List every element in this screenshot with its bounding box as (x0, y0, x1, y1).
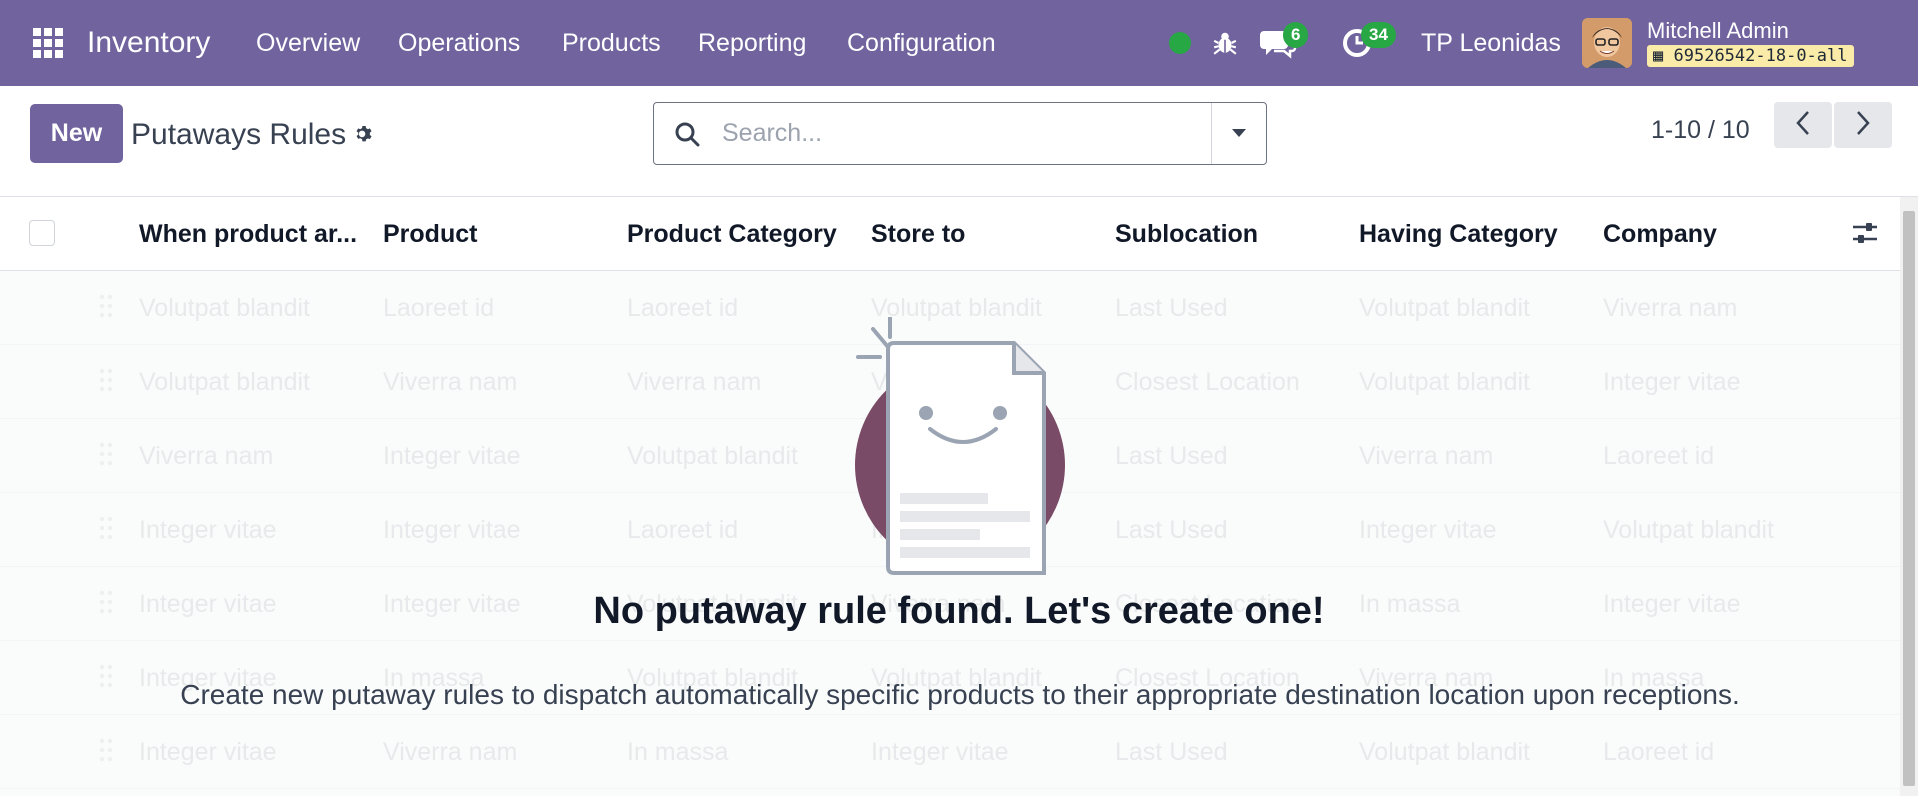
status-dot-icon (1169, 0, 1191, 86)
search-input[interactable] (720, 112, 1211, 155)
menu-configuration[interactable]: Configuration (847, 0, 996, 86)
chevron-right-icon (1855, 110, 1871, 141)
search-options-toggle[interactable] (1211, 103, 1266, 164)
chevron-left-icon (1795, 110, 1811, 141)
control-panel: New Putaways Rules 1-10 / 10 (0, 86, 1918, 197)
bug-icon[interactable] (1212, 0, 1238, 86)
database-icon: ▦ (1653, 46, 1664, 66)
menu-overview[interactable]: Overview (256, 0, 360, 86)
menu-products[interactable]: Products (562, 0, 661, 86)
app-name[interactable]: Inventory (87, 0, 210, 86)
apps-grid-icon[interactable] (30, 0, 66, 86)
caret-down-icon (1231, 125, 1247, 143)
empty-state-description: Create new putaway rules to dispatch aut… (180, 679, 1740, 710)
breadcrumb: Putaways Rules (131, 118, 376, 152)
pager-previous-button[interactable] (1774, 102, 1832, 148)
pager-next-button[interactable] (1834, 102, 1892, 148)
gear-icon[interactable] (354, 124, 376, 146)
company-switcher[interactable]: TP Leonidas (1421, 0, 1561, 86)
top-navbar: Inventory Overview Operations Products R… (0, 0, 1918, 86)
search-bar (653, 102, 1267, 165)
scrollbar-thumb[interactable] (1903, 211, 1915, 786)
database-chip: ▦ 69526542-18-0-all (1647, 45, 1854, 67)
user-menu[interactable]: Mitchell Admin ▦ 69526542-18-0-all (1647, 0, 1854, 86)
scrollbar[interactable] (1900, 197, 1918, 796)
activities-count-badge: 34 (1361, 22, 1396, 48)
empty-state-title: No putaway rule found. Let's create one! (593, 590, 1325, 632)
page-title: Putaways Rules (131, 118, 347, 151)
menu-reporting[interactable]: Reporting (698, 0, 806, 86)
user-name: Mitchell Admin (1647, 18, 1789, 43)
empty-state: No putaway rule found. Let's create one!… (0, 197, 1900, 796)
new-button[interactable]: New (30, 104, 123, 163)
empty-document-illustration (850, 315, 1070, 582)
menu-operations[interactable]: Operations (398, 0, 520, 86)
avatar[interactable] (1582, 0, 1632, 86)
database-name: 69526542-18-0-all (1673, 46, 1848, 66)
search-icon (654, 121, 720, 147)
messages-count-badge: 6 (1283, 22, 1309, 48)
pager-value[interactable]: 1-10 / 10 (1651, 116, 1750, 145)
